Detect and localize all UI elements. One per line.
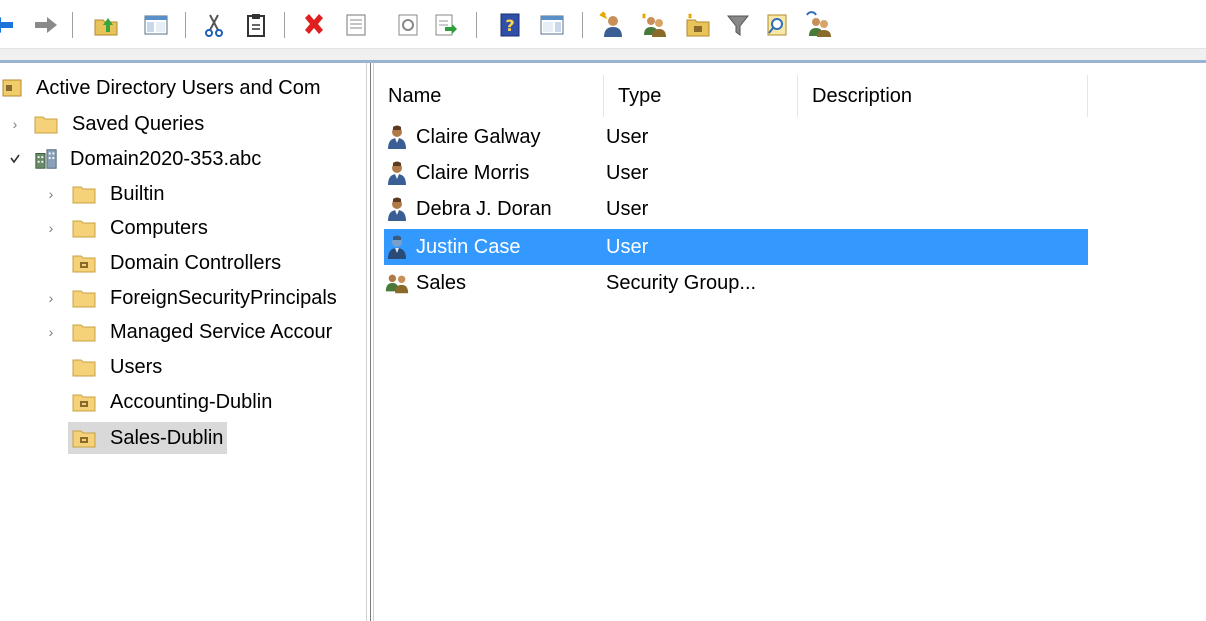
row-type: User bbox=[606, 161, 649, 184]
list-header: Name Type Description bbox=[374, 75, 1090, 117]
row-type: User bbox=[606, 235, 649, 258]
user-icon bbox=[384, 124, 410, 150]
folder-icon bbox=[72, 356, 96, 378]
delete-icon[interactable] bbox=[300, 11, 328, 39]
tree-item-label: Computers bbox=[110, 217, 208, 239]
folder-icon bbox=[72, 321, 96, 343]
tree-item-domain-controllers[interactable]: Domain Controllers bbox=[72, 248, 281, 278]
row-type: Security Group... bbox=[606, 271, 757, 294]
chevron-right-icon[interactable]: › bbox=[44, 186, 58, 202]
toolbar-divider bbox=[0, 48, 1206, 60]
row-name: Claire Galway bbox=[416, 125, 541, 148]
tree-item-label: Builtin bbox=[110, 183, 165, 205]
toolbar-separator bbox=[185, 12, 186, 38]
snapin-icon bbox=[0, 77, 24, 99]
toolbar-separator bbox=[476, 12, 477, 38]
tree-item-accounting-dublin[interactable]: Accounting-Dublin bbox=[72, 387, 272, 417]
row-type: User bbox=[606, 197, 649, 220]
forward-icon[interactable] bbox=[32, 11, 60, 39]
paste-icon[interactable] bbox=[242, 11, 270, 39]
toolbar-separator bbox=[72, 12, 73, 38]
new-ou-icon[interactable] bbox=[684, 11, 712, 39]
cut-icon[interactable] bbox=[200, 11, 228, 39]
user-icon bbox=[384, 160, 410, 186]
toolbar: ? bbox=[0, 0, 1206, 48]
new-group-icon[interactable] bbox=[640, 11, 668, 39]
tree-item-computers[interactable]: › Computers bbox=[44, 213, 208, 243]
tree-item-label: ForeignSecurityPrincipals bbox=[110, 287, 337, 309]
row-name: Sales bbox=[416, 271, 467, 294]
tree-item-label: Users bbox=[110, 356, 163, 378]
tree-item-foreign-security-principals[interactable]: › ForeignSecurityPrincipals bbox=[44, 283, 337, 313]
tree-item-label: Saved Queries bbox=[72, 113, 205, 135]
pane-splitter[interactable] bbox=[366, 63, 374, 621]
column-header-type[interactable]: Type bbox=[604, 75, 798, 117]
tree-item-label: Managed Service Accour bbox=[110, 321, 333, 343]
tree-item-label: Domain2020-353.abc bbox=[70, 148, 262, 170]
chevron-right-icon[interactable]: › bbox=[8, 116, 22, 132]
svg-text:?: ? bbox=[505, 16, 514, 35]
find-icon[interactable] bbox=[764, 11, 792, 39]
user-icon bbox=[384, 196, 410, 222]
results-pane: Name Type Description Claire Galway User… bbox=[374, 63, 1206, 621]
toolbar-separator bbox=[284, 12, 285, 38]
chevron-right-icon[interactable]: › bbox=[44, 220, 58, 236]
toolbar-separator bbox=[582, 12, 583, 38]
list-row-justin-case[interactable]: Justin Case User bbox=[384, 229, 1088, 265]
ou-folder-icon bbox=[72, 427, 96, 449]
tree-item-builtin[interactable]: › Builtin bbox=[44, 179, 165, 209]
ou-folder-icon bbox=[72, 252, 96, 274]
ou-folder-icon bbox=[72, 391, 96, 413]
list-row-claire-galway[interactable]: Claire Galway User bbox=[384, 119, 1088, 155]
up-folder-icon[interactable] bbox=[92, 11, 120, 39]
domain-icon bbox=[34, 148, 58, 170]
tree-item-domain[interactable]: Domain2020-353.abc bbox=[8, 144, 261, 174]
row-type: User bbox=[606, 125, 649, 148]
tree-root-label: Active Directory Users and Com bbox=[36, 77, 321, 99]
tree-item-label: Accounting-Dublin bbox=[110, 391, 273, 413]
row-name: Claire Morris bbox=[416, 161, 530, 184]
row-name: Debra J. Doran bbox=[416, 197, 552, 220]
folder-icon bbox=[72, 183, 96, 205]
column-header-name[interactable]: Name bbox=[374, 75, 604, 117]
tree-item-label: Domain Controllers bbox=[110, 252, 282, 274]
tree-item-saved-queries[interactable]: › Saved Queries bbox=[8, 109, 205, 139]
folder-icon bbox=[72, 287, 96, 309]
properties-icon[interactable] bbox=[342, 11, 370, 39]
console-tree: Active Directory Users and Com › Saved Q… bbox=[0, 63, 366, 621]
help-icon[interactable]: ? bbox=[496, 11, 524, 39]
export-list-icon[interactable] bbox=[432, 11, 460, 39]
list-row-claire-morris[interactable]: Claire Morris User bbox=[384, 155, 1088, 191]
add-to-group-icon[interactable] bbox=[804, 11, 832, 39]
show-hide-console-tree-icon[interactable] bbox=[142, 11, 170, 39]
back-icon[interactable] bbox=[0, 11, 16, 39]
tree-item-sales-dublin[interactable]: Sales-Dublin bbox=[68, 422, 228, 454]
row-name: Justin Case bbox=[416, 235, 521, 258]
tree-root-item[interactable]: Active Directory Users and Com bbox=[2, 73, 321, 103]
refresh-icon[interactable] bbox=[394, 11, 422, 39]
tree-item-label: Sales-Dublin bbox=[110, 426, 224, 449]
folder-icon bbox=[34, 113, 58, 135]
list-row-sales-group[interactable]: Sales Security Group... bbox=[384, 265, 1088, 301]
chevron-right-icon[interactable]: › bbox=[44, 324, 58, 340]
group-icon bbox=[384, 270, 410, 296]
list-row-debra-j-doran[interactable]: Debra J. Doran User bbox=[384, 191, 1088, 227]
column-header-description[interactable]: Description bbox=[798, 75, 1088, 117]
filter-icon[interactable] bbox=[724, 11, 752, 39]
user-icon bbox=[384, 234, 410, 260]
tree-item-users[interactable]: Users bbox=[72, 352, 162, 382]
chevron-right-icon[interactable]: › bbox=[44, 290, 58, 306]
tree-item-managed-service-accounts[interactable]: › Managed Service Accour bbox=[44, 317, 333, 347]
new-user-icon[interactable] bbox=[598, 11, 626, 39]
show-hide-action-pane-icon[interactable] bbox=[538, 11, 566, 39]
folder-icon bbox=[72, 217, 96, 239]
chevron-down-icon[interactable] bbox=[8, 152, 22, 166]
